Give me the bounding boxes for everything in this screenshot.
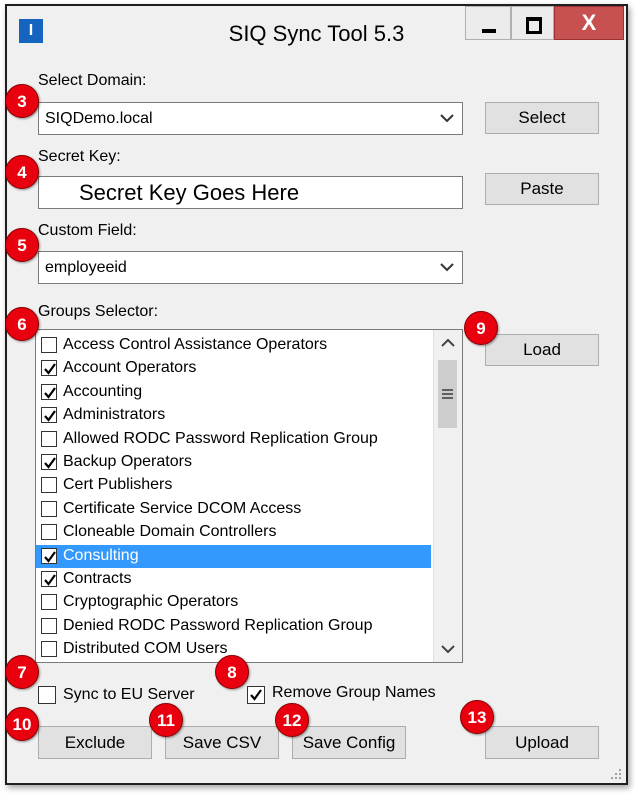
- app-window: I SIQ Sync Tool 5.3 X Select Domain: SIQ…: [5, 4, 628, 785]
- annotation-badge: 4: [5, 155, 39, 189]
- scroll-up-icon[interactable]: [434, 330, 462, 356]
- annotation-badge: 11: [149, 703, 183, 737]
- groups-selector-label: Groups Selector:: [38, 303, 159, 320]
- checkmark-icon: [250, 689, 262, 701]
- remove-group-names-checkbox[interactable]: [247, 686, 265, 704]
- list-item[interactable]: Consulting: [36, 544, 431, 568]
- group-checkbox[interactable]: [41, 337, 57, 353]
- group-checkbox[interactable]: [41, 407, 57, 424]
- maximize-icon: [526, 17, 542, 34]
- annotation-badge: 6: [5, 307, 39, 341]
- group-label: Cryptographic Operators: [63, 593, 239, 611]
- list-item[interactable]: Contracts: [36, 568, 431, 591]
- domain-dropdown[interactable]: SIQDemo.local: [38, 102, 463, 135]
- list-item[interactable]: Account Operators: [36, 357, 431, 380]
- list-item[interactable]: Denied RODC Password Replication Group: [36, 615, 431, 638]
- group-label: Certificate Service DCOM Access: [63, 499, 302, 517]
- annotation-badge: 10: [5, 707, 39, 741]
- upload-button[interactable]: Upload: [485, 726, 599, 759]
- save-csv-button[interactable]: Save CSV: [165, 726, 279, 759]
- minimize-icon: [482, 29, 496, 33]
- remove-group-names-label: Remove Group Names: [272, 684, 436, 701]
- load-button[interactable]: Load: [485, 334, 599, 366]
- custom-field-label: Custom Field:: [38, 222, 137, 239]
- group-checkbox[interactable]: [41, 571, 57, 587]
- chevron-down-icon: [440, 263, 454, 272]
- checkmark-icon: [44, 574, 56, 586]
- list-item[interactable]: Backup Operators: [36, 451, 431, 474]
- select-button[interactable]: Select: [485, 102, 599, 134]
- annotation-badge: 7: [5, 655, 39, 689]
- select-domain-label: Select Domain:: [38, 72, 147, 89]
- minimize-button[interactable]: [465, 6, 511, 40]
- group-label: Distributed COM Users: [63, 640, 228, 658]
- chevron-down-icon: [440, 114, 454, 123]
- group-label: Cloneable Domain Controllers: [63, 523, 277, 541]
- group-label: Backup Operators: [63, 453, 192, 470]
- domain-value: SIQDemo.local: [45, 110, 153, 127]
- checkmark-icon: [44, 410, 56, 422]
- scroll-down-icon[interactable]: [434, 636, 462, 662]
- group-checkbox[interactable]: [41, 617, 57, 634]
- list-item[interactable]: Cryptographic Operators: [36, 591, 431, 614]
- groups-scrollbar[interactable]: [433, 330, 462, 662]
- group-label: Account Operators: [63, 359, 197, 377]
- group-label: Administrators: [63, 406, 166, 424]
- group-checkbox[interactable]: [41, 500, 57, 517]
- list-item[interactable]: Allowed RODC Password Replication Group: [36, 428, 431, 451]
- exclude-button[interactable]: Exclude: [38, 726, 152, 759]
- annotation-badge: 8: [215, 655, 249, 689]
- custom-field-dropdown[interactable]: employeeid: [38, 251, 463, 284]
- group-label: Accounting: [63, 382, 143, 400]
- annotation-badge: 5: [5, 228, 39, 262]
- annotation-badge: 13: [460, 700, 494, 734]
- checkmark-icon: [44, 387, 56, 399]
- annotation-badge: 12: [275, 703, 309, 737]
- save-config-button[interactable]: Save Config: [292, 726, 406, 759]
- custom-field-value: employeeid: [45, 259, 127, 276]
- group-label: Access Control Assistance Operators: [63, 336, 328, 353]
- group-checkbox[interactable]: [41, 641, 57, 658]
- group-label: Contracts: [63, 570, 132, 587]
- checkmark-icon: [44, 363, 56, 376]
- list-item[interactable]: Access Control Assistance Operators: [36, 334, 431, 357]
- checkmark-icon: [44, 550, 56, 563]
- checkmark-icon: [44, 457, 56, 469]
- group-checkbox[interactable]: [41, 547, 57, 564]
- group-checkbox[interactable]: [41, 594, 57, 611]
- group-checkbox[interactable]: [41, 360, 57, 377]
- secret-key-value: Secret Key Goes Here: [79, 180, 300, 205]
- secret-key-input[interactable]: Secret Key Goes Here: [38, 176, 463, 209]
- paste-button[interactable]: Paste: [485, 173, 599, 205]
- secret-key-label: Secret Key:: [38, 148, 121, 165]
- list-item[interactable]: Cert Publishers: [36, 474, 431, 497]
- group-checkbox[interactable]: [41, 524, 57, 541]
- sync-eu-checkbox[interactable]: [38, 686, 56, 704]
- annotation-badge: 9: [464, 311, 498, 345]
- group-checkbox[interactable]: [41, 383, 57, 400]
- group-label: Allowed RODC Password Replication Group: [63, 429, 378, 447]
- annotation-badge: 3: [5, 84, 39, 118]
- close-button[interactable]: X: [554, 6, 624, 40]
- group-checkbox[interactable]: [41, 454, 57, 470]
- title-bar[interactable]: I SIQ Sync Tool 5.3 X: [7, 6, 626, 50]
- groups-listbox[interactable]: Access Control Assistance Operators Accou…: [35, 329, 463, 663]
- list-item[interactable]: Cloneable Domain Controllers: [36, 521, 431, 544]
- list-item[interactable]: Accounting: [36, 381, 431, 404]
- group-label: Cert Publishers: [63, 476, 173, 494]
- group-label: Denied RODC Password Replication Group: [63, 616, 373, 634]
- group-label: Consulting: [63, 546, 139, 564]
- group-checkbox[interactable]: [41, 477, 57, 494]
- list-item[interactable]: Administrators: [36, 404, 431, 427]
- scroll-thumb[interactable]: [438, 360, 457, 428]
- list-item[interactable]: Certificate Service DCOM Access: [36, 498, 431, 521]
- sync-eu-label: Sync to EU Server: [63, 686, 195, 703]
- resize-grip-icon[interactable]: [610, 768, 622, 780]
- app-icon: I: [19, 19, 43, 43]
- group-checkbox[interactable]: [41, 430, 57, 447]
- maximize-button[interactable]: [511, 6, 554, 40]
